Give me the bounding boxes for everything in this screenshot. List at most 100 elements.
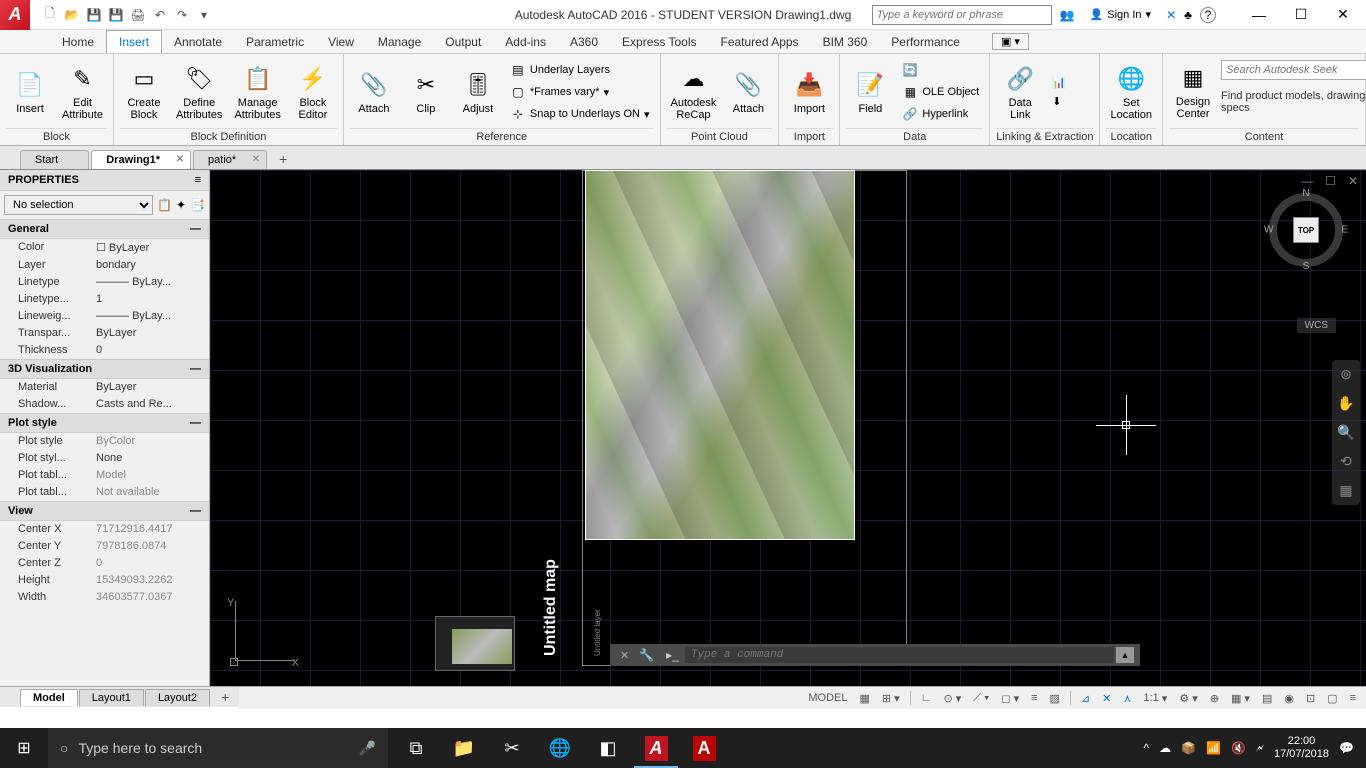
quick-select-icon[interactable]: 📋 <box>157 198 172 212</box>
mic-icon[interactable]: 🎤 <box>359 740 376 757</box>
selection-cycling-icon[interactable]: ⊿ <box>1079 692 1092 705</box>
notifications-icon[interactable]: 💬 <box>1339 741 1354 755</box>
lineweight-icon[interactable]: ≡ <box>1029 692 1039 704</box>
selection-dropdown[interactable]: No selection <box>4 195 153 215</box>
zoom-icon[interactable]: 🔍 <box>1337 424 1354 441</box>
app-logo[interactable]: A <box>0 0 30 30</box>
design-center-button[interactable]: ▦Design Center <box>1169 60 1217 122</box>
section-3dviz[interactable]: 3D Visualization— <box>0 359 209 379</box>
signin-button[interactable]: 👤 Sign In ▾ <box>1083 5 1158 24</box>
canvas-max-icon[interactable]: ☐ <box>1321 174 1340 188</box>
pan-icon[interactable]: ✋ <box>1337 395 1354 412</box>
layout-tab-layout2[interactable]: Layout2 <box>145 689 210 706</box>
wcs-label[interactable]: WCS <box>1297 318 1336 333</box>
quick-properties-icon[interactable]: ▤ <box>1260 692 1274 705</box>
command-input[interactable] <box>685 647 1114 663</box>
help-icon[interactable]: ? <box>1200 7 1216 23</box>
tab-output[interactable]: Output <box>433 31 493 53</box>
edit-attribute-button[interactable]: ✎ Edit Attribute <box>58 61 107 123</box>
block-editor-button[interactable]: ⚡Block Editor <box>289 61 337 123</box>
section-plot[interactable]: Plot style— <box>0 413 209 433</box>
annotation-scale[interactable]: 1:1 ▾ <box>1141 692 1169 705</box>
tab-express[interactable]: Express Tools <box>610 31 708 53</box>
customize-icon[interactable]: ≡ <box>1348 692 1358 704</box>
saveas-icon[interactable]: 💾 <box>106 5 126 25</box>
define-attributes-button[interactable]: 🏷Define Attributes <box>172 61 226 123</box>
pc-attach-button[interactable]: 📎Attach <box>724 67 772 117</box>
adjust-button[interactable]: 🎚Adjust <box>454 67 502 117</box>
dropbox-icon[interactable]: 📦 <box>1181 741 1196 755</box>
wheel-icon[interactable]: ⊚ <box>1340 366 1352 383</box>
tab-performance[interactable]: Performance <box>879 31 972 53</box>
qa-dropdown-icon[interactable]: ▾ <box>194 5 214 25</box>
ortho-icon[interactable]: ∟ <box>919 692 934 704</box>
3dosnap-icon[interactable]: ✕ <box>1100 692 1113 705</box>
layout-tab-model[interactable]: Model <box>20 689 78 706</box>
tab-annotate[interactable]: Annotate <box>162 31 234 53</box>
snapmode-icon[interactable]: ⊞ ▾ <box>880 692 902 705</box>
clock[interactable]: 22:00 17/07/2018 <box>1274 735 1329 761</box>
acrobat-icon[interactable]: A <box>680 728 728 768</box>
frames-button[interactable]: ▢*Frames vary* ▾ <box>506 82 654 102</box>
close-tab-icon[interactable]: ✕ <box>176 154 184 165</box>
tray-up-icon[interactable]: ^ <box>1143 741 1149 755</box>
manage-attributes-button[interactable]: 📋Manage Attributes <box>230 61 284 123</box>
new-icon[interactable]: 🗋 <box>40 5 60 25</box>
select-objects-icon[interactable]: ✦ <box>176 198 186 212</box>
clean-screen-icon[interactable]: ▢ <box>1325 692 1339 705</box>
insert-block-button[interactable]: 📄 Insert <box>6 67 54 117</box>
recap-button[interactable]: ☁Autodesk ReCap <box>667 61 721 123</box>
taskbar-search[interactable]: ○ Type here to search 🎤 <box>48 728 388 768</box>
isodraft-icon[interactable]: ⟋ ▾ <box>971 692 991 705</box>
infocenter-icon[interactable]: 👥 <box>1060 8 1075 22</box>
tab-home[interactable]: Home <box>50 31 106 53</box>
close-button[interactable]: ✕ <box>1328 5 1358 25</box>
dynamic-ucs-icon[interactable]: ⋏ <box>1121 692 1133 705</box>
ole-button[interactable]: ▦OLE Object <box>898 82 983 102</box>
section-view[interactable]: View— <box>0 501 209 521</box>
attach-button[interactable]: 📎Attach <box>350 67 398 117</box>
ribbon-minimize-button[interactable]: ▣ ▾ <box>992 33 1029 50</box>
set-location-button[interactable]: 🌐Set Location <box>1106 61 1156 123</box>
maximize-button[interactable]: ☐ <box>1286 5 1316 25</box>
toggle-pickadd-icon[interactable]: 📑 <box>190 198 205 212</box>
volume-icon[interactable]: 🔇 <box>1231 741 1246 755</box>
add-layout-button[interactable]: + <box>211 687 239 707</box>
download-icon[interactable]: ⬇ <box>1048 93 1070 110</box>
file-tab-patio[interactable]: patio*✕ <box>193 150 267 169</box>
units-icon[interactable]: ▦ ▾ <box>1229 692 1252 705</box>
transparency-icon[interactable]: ▨ <box>1048 692 1062 705</box>
isolate-icon[interactable]: ◉ <box>1282 692 1296 705</box>
autocad-taskbar-icon[interactable]: A <box>632 728 680 768</box>
start-button[interactable]: ⊞ <box>0 728 48 768</box>
panel-menu-icon[interactable]: ≡ <box>195 174 201 186</box>
power-icon[interactable]: 🗲 <box>1256 741 1264 756</box>
extract-icon[interactable]: 📊 <box>1048 74 1070 91</box>
datalink-button[interactable]: 🔗Data Link <box>996 61 1044 123</box>
showmotion-icon[interactable]: ▦ <box>1339 482 1352 499</box>
exchange-icon[interactable]: ✕ <box>1166 8 1176 22</box>
redo-icon[interactable]: ↷ <box>172 5 192 25</box>
cmdline-wrench-icon[interactable]: 🔧 <box>633 648 660 662</box>
viewcube[interactable]: N S E W TOP <box>1266 190 1346 270</box>
tab-insert[interactable]: Insert <box>106 30 162 53</box>
tab-parametric[interactable]: Parametric <box>234 31 316 53</box>
polar-icon[interactable]: ⊙ ▾ <box>941 692 963 705</box>
workspace-icon[interactable]: ⚙ ▾ <box>1177 692 1199 705</box>
undo-icon[interactable]: ↶ <box>150 5 170 25</box>
clip-button[interactable]: ✂Clip <box>402 67 450 117</box>
tab-featured[interactable]: Featured Apps <box>709 31 811 53</box>
tab-manage[interactable]: Manage <box>366 31 433 53</box>
open-icon[interactable]: 📂 <box>62 5 82 25</box>
minimize-button[interactable]: — <box>1244 5 1274 25</box>
hyperlink-button[interactable]: 🔗Hyperlink <box>898 104 983 124</box>
wifi-icon[interactable]: 📶 <box>1206 741 1221 755</box>
tab-view[interactable]: View <box>316 31 366 53</box>
close-tab-icon[interactable]: ✕ <box>252 154 260 165</box>
underlay-layers-button[interactable]: ▤Underlay Layers <box>506 60 654 80</box>
drawing-canvas[interactable]: Untitled map Untitled layer Y X N S E W … <box>210 170 1366 686</box>
canvas-min-icon[interactable]: — <box>1297 174 1317 188</box>
explorer-icon[interactable]: 📁 <box>440 728 488 768</box>
snip-icon[interactable]: ✂ <box>488 728 536 768</box>
app-icon[interactable]: ◧ <box>584 728 632 768</box>
